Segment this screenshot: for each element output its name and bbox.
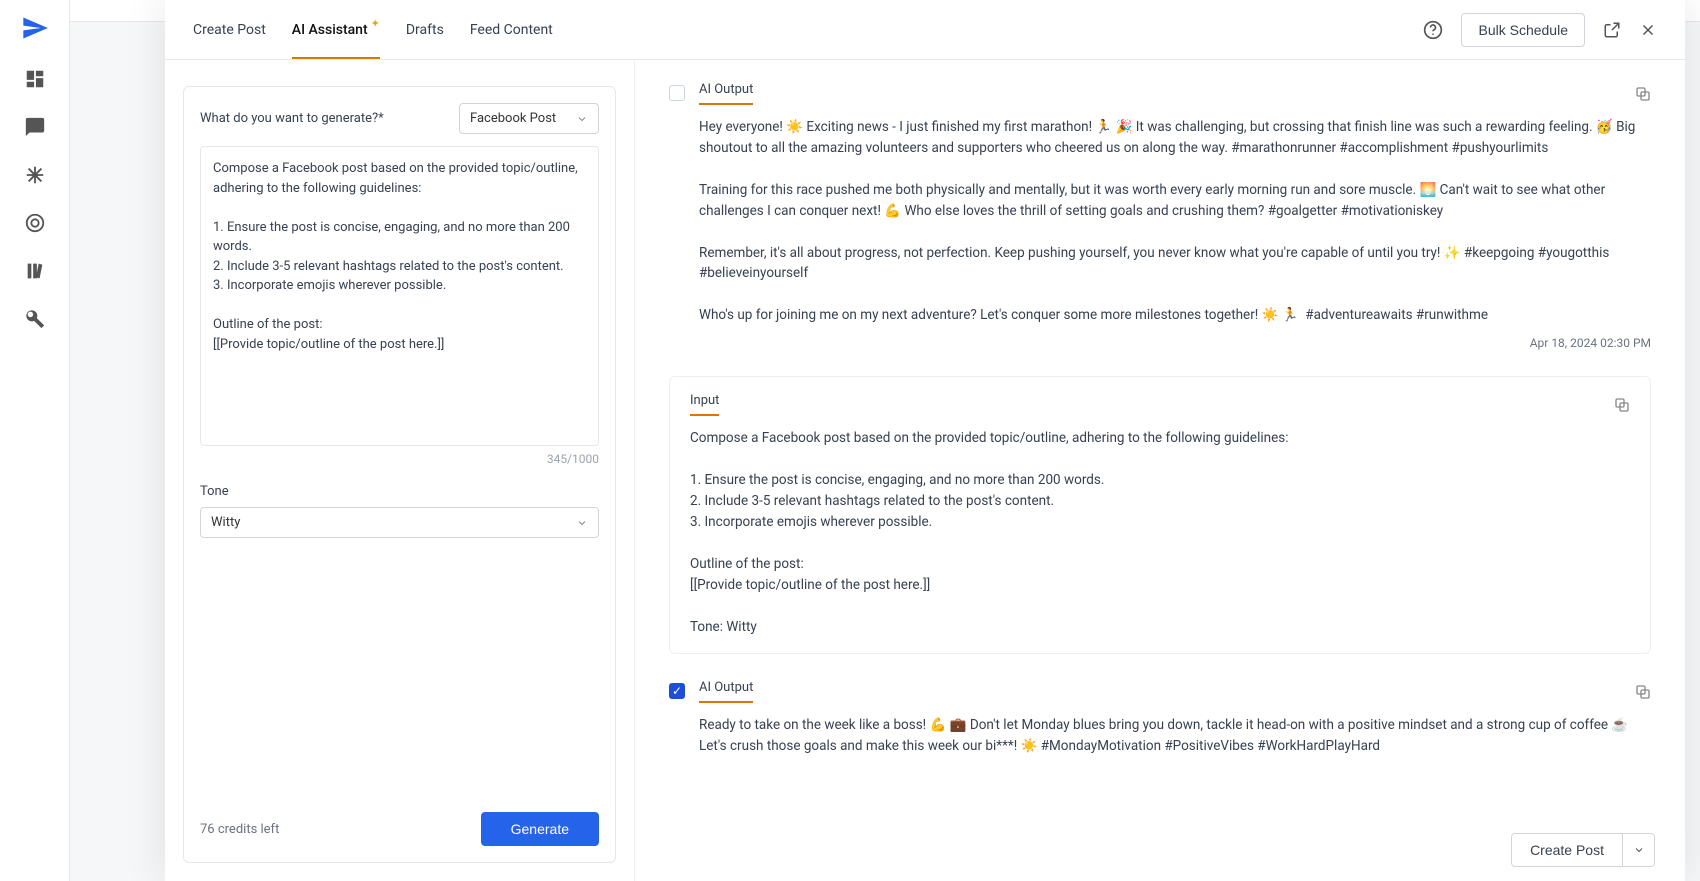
input-body: Compose a Facebook post based on the pro… <box>690 428 1630 637</box>
ai-output-title-2: AI Output <box>699 680 753 703</box>
tone-select[interactable]: Witty <box>200 507 599 538</box>
generate-button[interactable]: Generate <box>481 812 599 846</box>
tab-create-post[interactable]: Create Post <box>193 0 266 59</box>
ai-output-section-1: AI Output Hey everyone! ☀️ Exciting news… <box>669 82 1651 350</box>
nav-network-icon[interactable] <box>24 164 46 186</box>
tab-drafts[interactable]: Drafts <box>406 0 444 59</box>
tab-ai-assistant[interactable]: AI Assistant✦ <box>292 0 380 59</box>
tab-feed-content-label: Feed Content <box>470 22 553 38</box>
chevron-down-icon <box>1633 844 1645 856</box>
prompt-textarea[interactable]: Compose a Facebook post based on the pro… <box>200 146 599 446</box>
char-counter: 345/1000 <box>200 452 599 466</box>
modal-header: Create Post AI Assistant✦ Drafts Feed Co… <box>165 0 1685 60</box>
tab-drafts-label: Drafts <box>406 22 444 38</box>
composer-tabs: Create Post AI Assistant✦ Drafts Feed Co… <box>193 0 553 59</box>
tone-value: Witty <box>211 515 240 530</box>
create-post-button-label: Create Post <box>1530 842 1604 858</box>
app-logo-icon <box>21 14 49 42</box>
help-icon[interactable] <box>1423 20 1443 40</box>
output-checkbox-1[interactable] <box>669 85 685 101</box>
nav-dashboard-icon[interactable] <box>24 68 46 90</box>
output-checkbox-2[interactable]: ✓ <box>669 683 685 699</box>
credits-left-label: 76 credits left <box>200 822 279 837</box>
tab-feed-content[interactable]: Feed Content <box>470 0 553 59</box>
generate-button-label: Generate <box>511 821 569 837</box>
chevron-down-icon <box>576 517 588 529</box>
post-type-value: Facebook Post <box>470 111 556 126</box>
input-section: Input Compose a Facebook post based on t… <box>669 376 1651 654</box>
app-sidebar <box>0 0 70 881</box>
modal-footer: Create Post <box>1511 833 1655 867</box>
create-post-button[interactable]: Create Post <box>1512 834 1622 866</box>
ai-output-body-2: Ready to take on the week like a boss! 💪… <box>699 715 1651 757</box>
create-post-split-button: Create Post <box>1511 833 1655 867</box>
post-type-select[interactable]: Facebook Post <box>459 103 599 134</box>
bulk-schedule-label: Bulk Schedule <box>1478 22 1568 38</box>
copy-icon[interactable] <box>1635 86 1651 102</box>
prompt-card: What do you want to generate?* Facebook … <box>183 86 616 863</box>
chevron-down-icon <box>576 113 588 125</box>
generate-question-label: What do you want to generate?* <box>200 111 384 126</box>
open-new-window-icon[interactable] <box>1603 21 1621 39</box>
output-timestamp: Apr 18, 2024 02:30 PM <box>699 336 1651 350</box>
nav-tools-icon[interactable] <box>24 308 46 330</box>
nav-target-icon[interactable] <box>24 212 46 234</box>
sparkle-icon: ✦ <box>371 17 380 30</box>
prompt-pane: What do you want to generate?* Facebook … <box>165 60 635 881</box>
ai-output-title-1: AI Output <box>699 82 753 105</box>
tab-ai-assistant-label: AI Assistant <box>292 22 368 38</box>
input-title: Input <box>690 393 719 416</box>
ai-output-section-2: ✓ AI Output Ready to take on the week li… <box>669 680 1651 757</box>
ai-output-body-1: Hey everyone! ☀️ Exciting news - I just … <box>699 117 1651 326</box>
results-pane[interactable]: AI Output Hey everyone! ☀️ Exciting news… <box>635 60 1685 881</box>
tab-create-post-label: Create Post <box>193 22 266 38</box>
bulk-schedule-button[interactable]: Bulk Schedule <box>1461 13 1585 47</box>
tone-label: Tone <box>200 484 599 499</box>
nav-library-icon[interactable] <box>24 260 46 282</box>
composer-modal: Create Post AI Assistant✦ Drafts Feed Co… <box>165 0 1685 881</box>
create-post-dropdown-toggle[interactable] <box>1622 834 1654 866</box>
close-icon[interactable] <box>1639 21 1657 39</box>
nav-chat-icon[interactable] <box>24 116 46 138</box>
copy-icon[interactable] <box>1635 684 1651 700</box>
copy-icon[interactable] <box>1614 397 1630 413</box>
